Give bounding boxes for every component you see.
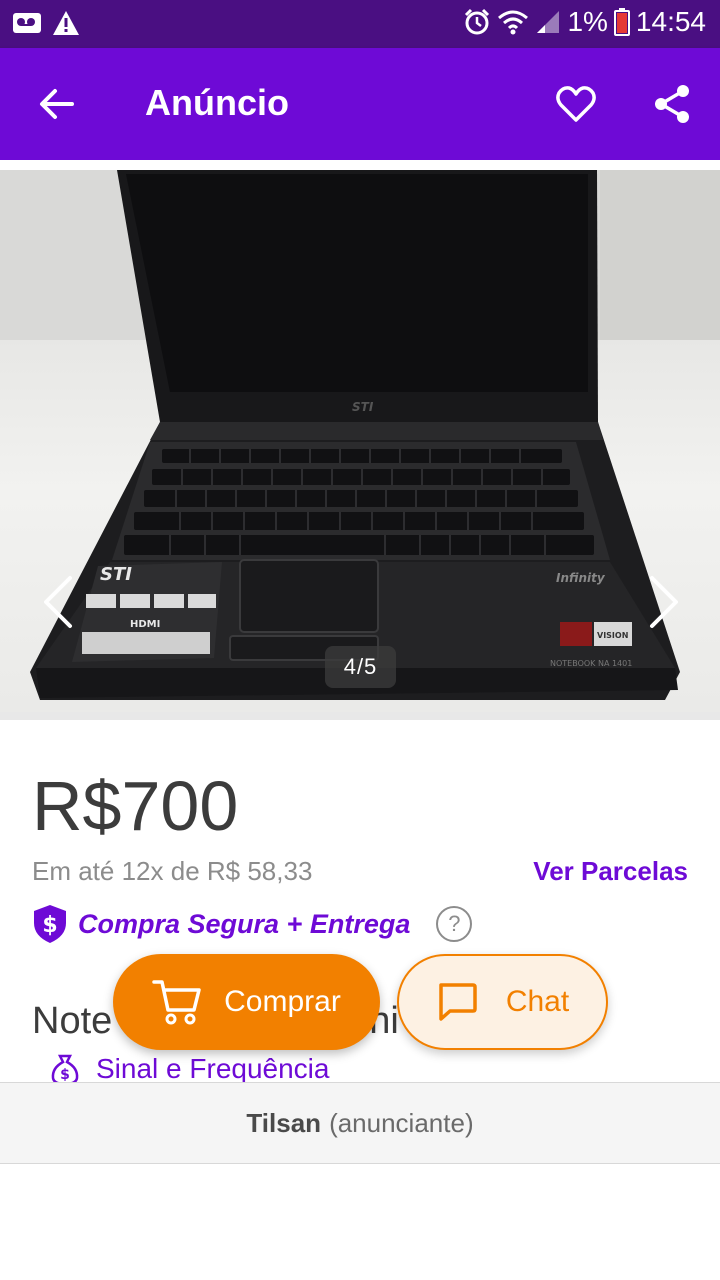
- installments-text: Em até 12x de R$ 58,33: [32, 856, 313, 886]
- vision-badge: VISION: [597, 631, 628, 640]
- cart-icon: [152, 980, 201, 1025]
- voicemail-icon: [12, 11, 42, 40]
- model-label: NOTEBOOK NA 1401: [550, 659, 632, 668]
- photo-counter: 4/5: [325, 646, 396, 688]
- chat-button-label: Chat: [505, 985, 570, 1018]
- signal-icon: [535, 9, 561, 35]
- money-bag-icon: $: [51, 1054, 79, 1086]
- next-photo-button[interactable]: [640, 570, 688, 634]
- heart-icon: [556, 86, 596, 122]
- section-divider: [0, 712, 720, 720]
- back-arrow-icon: [40, 89, 74, 119]
- chat-bubble-icon: [439, 983, 477, 1021]
- alarm-icon: [463, 8, 491, 36]
- photo-gallery[interactable]: STI STI HDMI Infinity VISION NOTEBOOK NA…: [0, 160, 720, 712]
- safe-purchase-label: Compra Segura + Entrega: [78, 908, 411, 939]
- lid-brand: STI: [352, 400, 374, 414]
- buy-button[interactable]: Comprar: [113, 954, 380, 1050]
- svg-text:$: $: [42, 913, 57, 938]
- palmrest-logo: Infinity: [556, 571, 606, 585]
- warning-icon: [52, 10, 80, 41]
- wifi-icon: [497, 9, 529, 35]
- chat-button[interactable]: Chat: [397, 954, 608, 1050]
- laptop-photo: STI STI HDMI Infinity VISION NOTEBOOK NA…: [0, 170, 720, 700]
- battery-icon: [613, 8, 630, 36]
- sticker-brand: STI: [100, 564, 132, 585]
- seller-name: Tilsan: [246, 1107, 322, 1138]
- category-line: $ Sinal e Frequência: [48, 1052, 329, 1086]
- previous-photo-button[interactable]: [34, 570, 82, 634]
- help-icon[interactable]: ?: [436, 906, 473, 942]
- share-icon: [655, 85, 689, 123]
- app-bar: Anúncio: [0, 48, 720, 160]
- page-title: Anúncio: [145, 82, 289, 123]
- price: R$700: [32, 767, 239, 845]
- battery-percent: 1%: [567, 6, 608, 37]
- svg-text:$: $: [60, 1067, 70, 1083]
- shield-dollar-icon: $: [34, 905, 66, 943]
- ver-parcelas-link[interactable]: Ver Parcelas: [533, 856, 688, 887]
- sticker-hdmi: HDMI: [130, 619, 160, 630]
- category-label: Sinal e Frequência: [96, 1053, 330, 1084]
- safe-purchase-row[interactable]: $ Compra Segura + Entrega ?: [32, 904, 473, 944]
- buy-button-label: Comprar: [224, 985, 341, 1018]
- listing-title-start: Note: [32, 1000, 113, 1042]
- favorite-button[interactable]: [550, 78, 602, 130]
- status-bar: 1% 14:54: [0, 0, 720, 48]
- back-button[interactable]: [30, 78, 82, 130]
- seller-bar[interactable]: Tilsan (anunciante): [0, 1082, 720, 1164]
- seller-role: (anunciante): [329, 1107, 474, 1138]
- clock: 14:54: [635, 6, 706, 37]
- share-button[interactable]: [646, 78, 698, 130]
